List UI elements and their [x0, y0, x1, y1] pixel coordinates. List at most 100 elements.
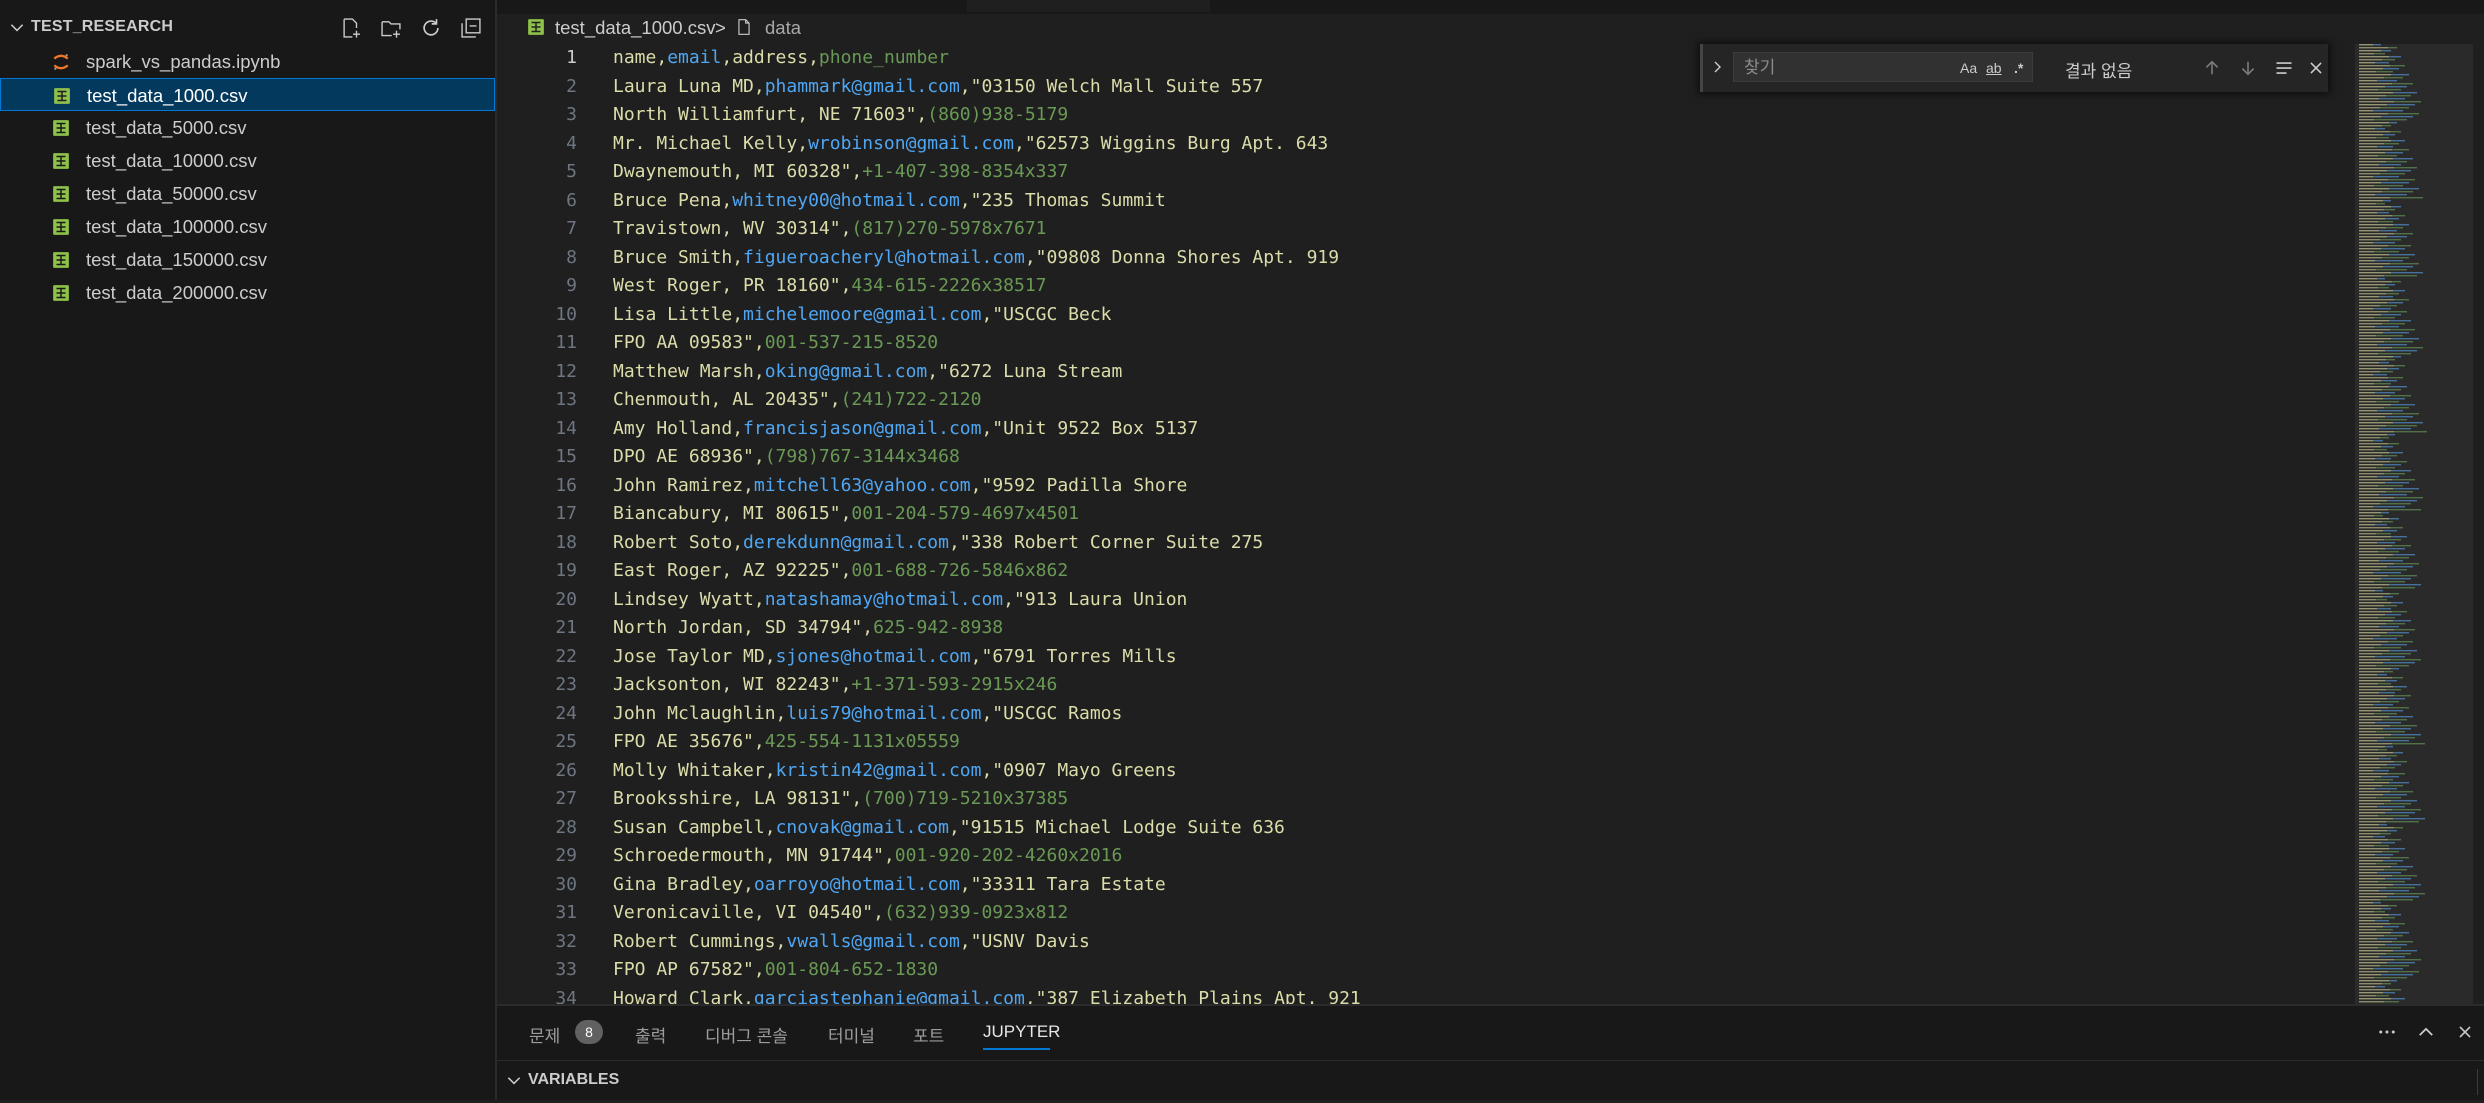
code-line[interactable]: DPO AE 68936",(798)767-3144x3468 — [613, 443, 960, 472]
panel-resize-edge[interactable] — [2477, 1069, 2484, 1095]
line-number: 27 — [555, 788, 577, 809]
code-line[interactable]: name,email,address,phone_number — [613, 44, 949, 73]
code-line[interactable]: Lisa Little,michelemoore@gmail.com,"USCG… — [613, 301, 1112, 330]
tab-jupyter[interactable]: JUPYTER — [983, 1022, 1060, 1042]
file-item-test-data-100000[interactable]: test_data_100000.csv — [0, 210, 495, 243]
code-line[interactable]: West Roger, PR 18160",434-615-2226x38517 — [613, 272, 1047, 301]
code-line[interactable]: Veronicaville, VI 04540",(632)939-0923x8… — [613, 899, 1068, 928]
text-token: FPO AP 67582", — [613, 959, 765, 980]
code-line[interactable]: John Mclaughlin,luis79@hotmail.com,"USCG… — [613, 700, 1122, 729]
text-token: Biancabury, MI 80615", — [613, 503, 852, 524]
code-line[interactable]: Matthew Marsh,oking@gmail.com,"6272 Luna… — [613, 358, 1122, 387]
csv-file-icon — [52, 218, 70, 236]
line-number: 9 — [566, 275, 577, 296]
toggle-replace-chevron-icon[interactable] — [1709, 58, 1725, 81]
file-item-spark-vs-pandas[interactable]: spark_vs_pandas.ipynb — [0, 45, 495, 78]
code-line[interactable]: Dwaynemouth, MI 60328",+1-407-398-8354x3… — [613, 158, 1068, 187]
code-editor[interactable]: 1 name,email,address,phone_number 2 Laura L… — [497, 44, 2484, 1004]
next-match-arrow-down-icon[interactable] — [2235, 55, 2261, 81]
code-line[interactable]: Lindsey Wyatt,natashamay@hotmail.com,"91… — [613, 586, 1187, 615]
breadcrumb-file[interactable]: test_data_1000.csv — [555, 17, 715, 39]
file-item-test-data-200000[interactable]: test_data_200000.csv — [0, 276, 495, 309]
breadcrumb: test_data_1000.csv > data — [497, 14, 2484, 42]
phone-token: 001-804-652-1830 — [764, 959, 939, 980]
whole-word-toggle[interactable]: ab — [1986, 57, 2002, 79]
line-number: 1 — [566, 47, 577, 68]
line-number: 4 — [566, 132, 577, 154]
line-number: 15 — [555, 446, 577, 467]
code-line[interactable]: Laura Luna MD,phammark@gmail.com,"03150 … — [613, 73, 1263, 102]
close-icon[interactable] — [2303, 55, 2329, 81]
refresh-icon[interactable] — [417, 14, 445, 42]
code-line[interactable]: Bruce Pena,whitney00@hotmail.com,"235 Th… — [613, 187, 1166, 216]
file-item-test-data-50000[interactable]: test_data_50000.csv — [0, 177, 495, 210]
previous-match-arrow-up-icon[interactable] — [2199, 55, 2225, 81]
find-input[interactable] — [1742, 55, 1946, 81]
line-number: 16 — [555, 474, 577, 496]
editor-tab-strip — [497, 0, 2484, 14]
variables-section-header[interactable]: VARIABLES — [497, 1060, 2484, 1103]
code-line[interactable]: Robert Soto,derekdunn@gmail.com,"338 Rob… — [613, 529, 1263, 558]
close-panel-icon[interactable] — [2453, 1020, 2477, 1044]
active-tab[interactable] — [967, 0, 1210, 12]
tab-debug-console[interactable]: 디버그 콘솔 — [705, 1022, 788, 1047]
text-token: Laura Luna MD, — [613, 75, 765, 97]
minimap[interactable] — [2355, 44, 2473, 1004]
phone-token: 001-920-202-4260x2016 — [894, 845, 1123, 866]
explorer-header[interactable]: TEST_RESEARCH — [0, 14, 495, 42]
chevron-down-icon[interactable] — [8, 18, 26, 41]
text-token: ,"33311 Tara Estate — [959, 873, 1166, 895]
new-folder-icon[interactable] — [377, 14, 405, 42]
file-item-test-data-10000[interactable]: test_data_10000.csv — [0, 144, 495, 177]
find-in-selection-icon[interactable] — [2271, 55, 2297, 81]
code-line[interactable]: FPO AP 67582",001-804-652-1830 — [613, 956, 938, 985]
explorer-actions — [337, 14, 485, 42]
chevron-down-icon[interactable] — [505, 1071, 523, 1094]
code-line[interactable]: Jose Taylor MD,sjones@hotmail.com,"6791 … — [613, 643, 1177, 672]
code-line[interactable]: Molly Whitaker,kristin42@gmail.com,"0907… — [613, 757, 1177, 786]
text-token: Susan Campbell, — [613, 816, 776, 838]
tab-ports[interactable]: 포트 — [913, 1022, 944, 1047]
code-line[interactable]: John Ramirez,mitchell63@yahoo.com,"9592 … — [613, 472, 1187, 501]
more-actions-icon[interactable] — [2375, 1020, 2399, 1044]
code-line[interactable]: Chenmouth, AL 20435",(241)722-2120 — [613, 386, 981, 415]
code-line[interactable]: Biancabury, MI 80615",001-204-579-4697x4… — [613, 500, 1079, 529]
code-line[interactable]: Jacksonton, WI 82243",+1-371-593-2915x24… — [613, 671, 1057, 700]
code-line[interactable]: Howard Clark,garciastephanie@gmail.com,"… — [613, 985, 1361, 1005]
code-line[interactable]: Susan Campbell,cnovak@gmail.com,"91515 M… — [613, 814, 1285, 843]
minimap-slider[interactable] — [2355, 44, 2473, 1004]
tab-terminal[interactable]: 터미널 — [828, 1022, 875, 1047]
code-line[interactable]: North Williamfurt, NE 71603",(860)938-51… — [613, 101, 1068, 130]
text-token: ,"6272 Luna Stream — [927, 360, 1123, 382]
code-line[interactable]: Brooksshire, LA 98131",(700)719-5210x373… — [613, 785, 1068, 814]
collapse-all-icon[interactable] — [457, 14, 485, 42]
code-line[interactable]: FPO AE 35676",425-554-1131x05559 — [613, 728, 960, 757]
file-item-test-data-5000[interactable]: test_data_5000.csv — [0, 111, 495, 144]
code-line[interactable]: Gina Bradley,oarroyo@hotmail.com,"33311 … — [613, 871, 1166, 900]
tab-problems[interactable]: 문제 — [529, 1022, 560, 1047]
code-line[interactable]: Bruce Smith,figueroacheryl@hotmail.com,"… — [613, 244, 1339, 273]
code-line[interactable]: Robert Cummings,vwalls@gmail.com,"USNV D… — [613, 928, 1090, 957]
code-line[interactable]: Mr. Michael Kelly,wrobinson@gmail.com,"6… — [613, 130, 1328, 159]
problems-count-badge: 8 — [575, 1020, 603, 1044]
line-number: 33 — [555, 959, 577, 980]
regex-toggle[interactable]: .* — [2014, 57, 2023, 79]
code-line[interactable]: Travistown, WV 30314",(817)270-5978x7671 — [613, 215, 1047, 244]
line-number: 11 — [555, 332, 577, 353]
code-line[interactable]: East Roger, AZ 92225",001-688-726-5846x8… — [613, 557, 1068, 586]
code-line[interactable]: Schroedermouth, MN 91744",001-920-202-42… — [613, 842, 1122, 871]
code-line[interactable]: Amy Holland,francisjason@gmail.com,"Unit… — [613, 415, 1198, 444]
new-file-icon[interactable] — [337, 14, 365, 42]
code-line[interactable]: FPO AA 09583",001-537-215-8520 — [613, 329, 938, 358]
code-line[interactable]: North Jordan, SD 34794",625-942-8938 — [613, 614, 1003, 643]
breadcrumb-symbol[interactable]: data — [765, 17, 801, 39]
line-number: 23 — [555, 674, 577, 695]
tab-output[interactable]: 출력 — [635, 1022, 666, 1047]
phone-token: (632)939-0923x812 — [883, 902, 1069, 923]
file-item-test-data-150000[interactable]: test_data_150000.csv — [0, 243, 495, 276]
match-case-toggle[interactable]: Aa — [1960, 57, 1977, 79]
line-number: 34 — [555, 987, 577, 1005]
line-number: 22 — [555, 645, 577, 667]
file-item-test-data-1000[interactable]: test_data_1000.csv — [0, 78, 495, 111]
maximize-panel-chevron-up-icon[interactable] — [2414, 1020, 2438, 1044]
